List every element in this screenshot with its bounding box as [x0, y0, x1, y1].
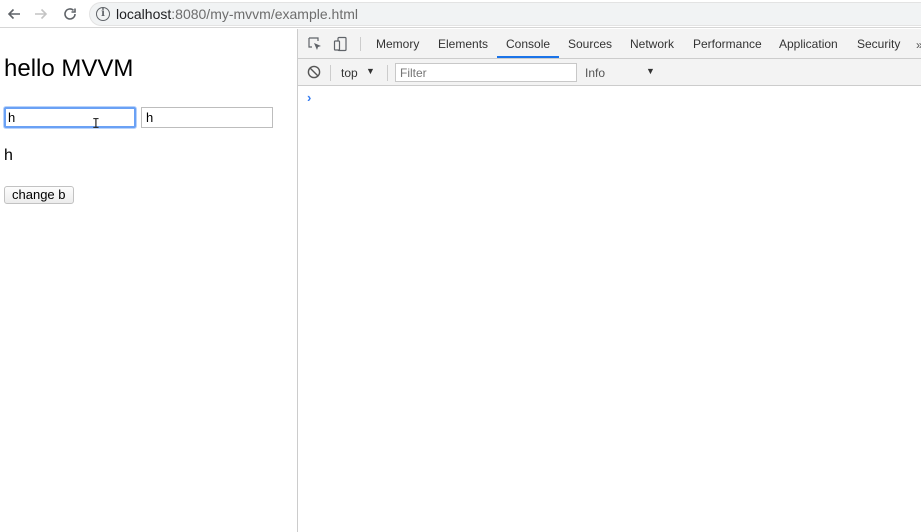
context-selector[interactable]: top — [341, 66, 358, 80]
reload-icon — [64, 8, 76, 20]
toolbar-separator — [360, 37, 361, 51]
page-viewport: hello MVVM I h change b — [0, 29, 297, 532]
clear-console-icon[interactable] — [307, 65, 321, 79]
log-level-selector[interactable]: Info — [585, 66, 605, 80]
toolbar-separator — [330, 65, 331, 81]
console-output[interactable]: › — [298, 87, 921, 532]
url-host: localhost — [116, 6, 172, 22]
back-arrow-icon — [7, 8, 20, 20]
reload-button[interactable] — [60, 4, 80, 24]
console-toolbar: top ▼ Info ▼ — [298, 59, 921, 86]
tab-performance[interactable]: Performance — [693, 29, 762, 59]
active-tab-indicator — [497, 56, 559, 58]
info-icon[interactable]: i — [96, 7, 110, 21]
inspect-element-icon[interactable] — [307, 36, 323, 52]
tab-security[interactable]: Security — [857, 29, 900, 59]
text-input-b[interactable] — [141, 107, 273, 128]
tab-elements[interactable]: Elements — [438, 29, 488, 59]
browser-toolbar: i localhost:8080/my-mvvm/example.html — [0, 0, 921, 28]
forward-button[interactable] — [31, 4, 51, 24]
more-tabs-icon[interactable]: » — [916, 38, 921, 52]
bound-text: h — [4, 147, 13, 164]
tab-application[interactable]: Application — [779, 29, 838, 59]
devtools-tabbar: Memory Elements Console Sources Network … — [298, 29, 921, 59]
tab-memory[interactable]: Memory — [376, 29, 419, 59]
toolbar-separator — [387, 65, 388, 81]
tab-console[interactable]: Console — [506, 29, 550, 59]
text-cursor-icon: I — [92, 117, 100, 132]
devtools-panel: Memory Elements Console Sources Network … — [298, 29, 921, 532]
back-button[interactable] — [4, 4, 24, 24]
text-input-a[interactable] — [4, 107, 136, 128]
page-title: hello MVVM — [4, 55, 134, 82]
device-toolbar-icon[interactable] — [333, 36, 349, 52]
tab-sources[interactable]: Sources — [568, 29, 612, 59]
url-text: localhost:8080/my-mvvm/example.html — [116, 6, 358, 22]
change-b-button[interactable]: change b — [4, 186, 74, 204]
console-filter-input[interactable] — [395, 63, 577, 82]
console-prompt-icon: › — [307, 90, 312, 105]
url-path: :8080/my-mvvm/example.html — [171, 6, 358, 22]
address-bar[interactable]: i localhost:8080/my-mvvm/example.html — [89, 2, 921, 26]
chevron-down-icon[interactable]: ▼ — [366, 66, 375, 76]
chevron-down-icon[interactable]: ▼ — [646, 66, 655, 76]
forward-arrow-icon — [35, 8, 48, 20]
tab-network[interactable]: Network — [630, 29, 674, 59]
